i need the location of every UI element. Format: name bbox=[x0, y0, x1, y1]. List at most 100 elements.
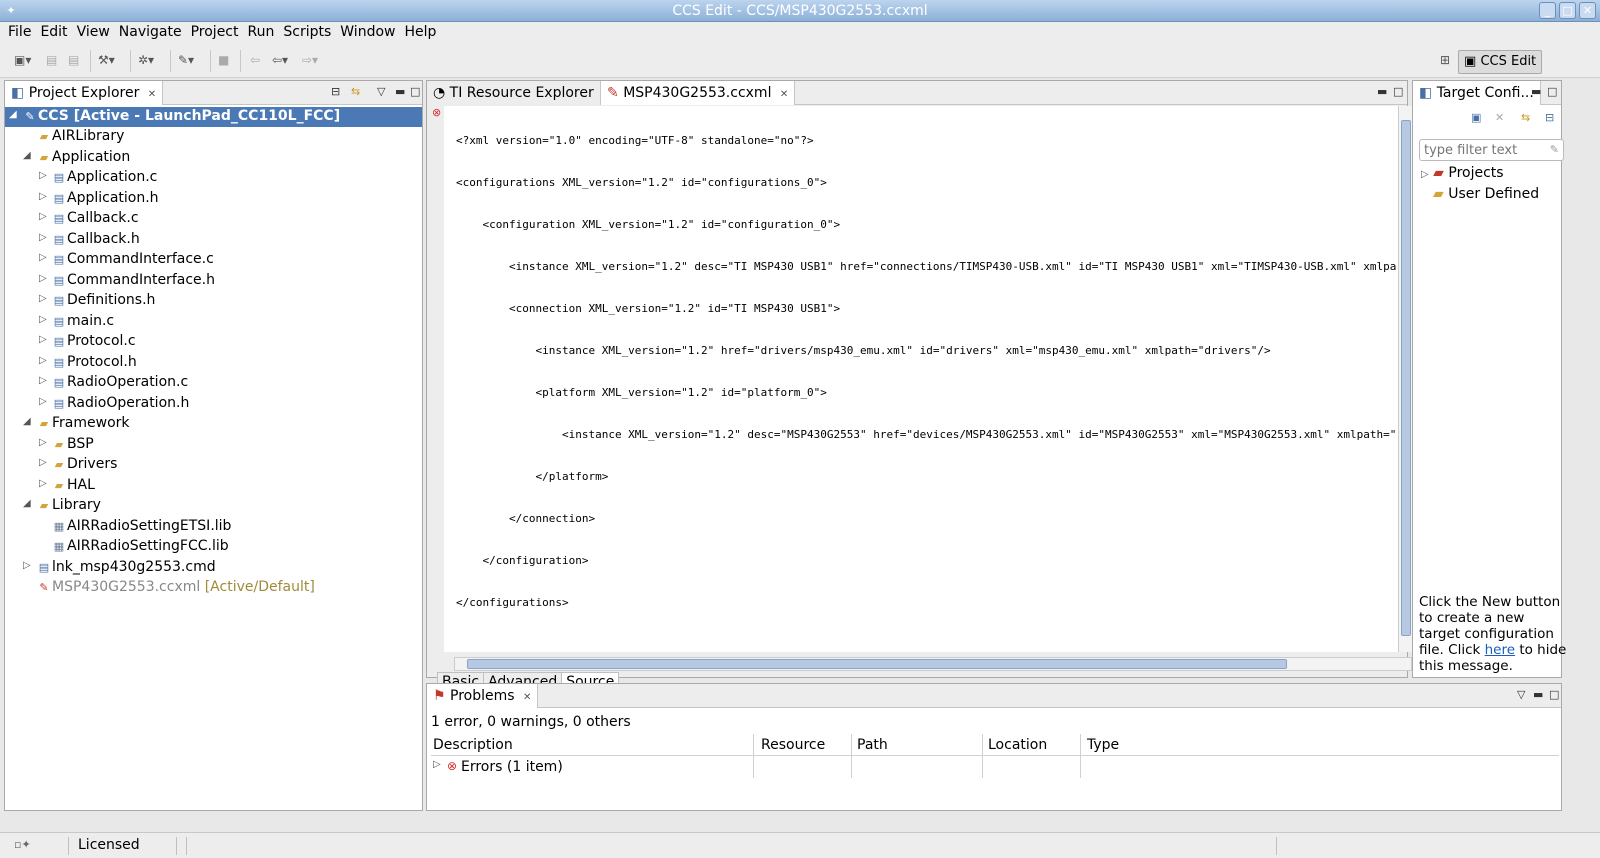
view-menu-icon[interactable]: ▽ bbox=[1517, 688, 1525, 701]
build-icon[interactable]: ⚒▾ bbox=[98, 53, 115, 69]
collapsed-icon[interactable]: ▷ bbox=[39, 252, 49, 263]
collapsed-icon[interactable]: ▷ bbox=[39, 211, 49, 222]
back-icon[interactable]: ⇦▾ bbox=[272, 53, 288, 69]
tree-item-lib[interactable]: ▦ AIRRadioSettingETSI.lib bbox=[5, 517, 422, 537]
tree-item-user-defined[interactable]: ▰ User Defined bbox=[1433, 186, 1539, 202]
hide-message-link[interactable]: here bbox=[1485, 642, 1515, 658]
tab-problems[interactable]: ⚑ Problems ✕ bbox=[427, 684, 539, 708]
column-resource[interactable]: Resource bbox=[761, 737, 825, 753]
new-config-icon[interactable]: ▣ bbox=[1471, 111, 1481, 124]
menu-view[interactable]: View bbox=[73, 22, 114, 44]
fast-view-icon[interactable]: ▫✦ bbox=[14, 838, 31, 851]
maximize-button[interactable]: □ bbox=[1559, 2, 1576, 19]
close-icon[interactable]: ✕ bbox=[780, 89, 788, 100]
tree-item-file[interactable]: ▷ ▤ Callback.h bbox=[5, 230, 422, 250]
collapsed-icon[interactable]: ▷ bbox=[39, 355, 49, 366]
collapsed-icon[interactable]: ▷ bbox=[39, 375, 49, 386]
expanded-icon[interactable]: ◢ bbox=[23, 150, 33, 161]
clear-filter-icon[interactable]: ✎ bbox=[1550, 143, 1559, 156]
minimize-button[interactable]: _ bbox=[1539, 2, 1556, 19]
tree-item-file[interactable]: ▷ ▤ CommandInterface.h bbox=[5, 271, 422, 291]
tree-item-file[interactable]: ▷ ▤ Application.h bbox=[5, 189, 422, 209]
tree-root-ccs[interactable]: ◢ ✎ CCS [Active - LaunchPad_CC110L_FCC] bbox=[5, 107, 422, 127]
tab-msp430g2553-ccxml[interactable]: ✎ MSP430G2553.ccxml ✕ bbox=[601, 81, 796, 105]
tree-item-file[interactable]: ▷ ▤ Definitions.h bbox=[5, 291, 422, 311]
close-icon[interactable]: ✕ bbox=[523, 692, 531, 703]
collapsed-icon[interactable]: ▷ bbox=[39, 273, 49, 284]
collapsed-icon[interactable]: ▷ bbox=[433, 759, 441, 770]
collapsed-icon[interactable]: ▷ bbox=[39, 170, 49, 181]
debug-icon[interactable]: ✲▾ bbox=[138, 53, 154, 69]
save-icon[interactable]: ▤ bbox=[46, 53, 57, 69]
collapse-all-icon[interactable]: ⊟ bbox=[331, 85, 340, 98]
tree-item-folder[interactable]: ▷ ▰ HAL bbox=[5, 476, 422, 496]
link-icon[interactable]: ⇆ bbox=[1521, 111, 1530, 124]
tree-item-file[interactable]: ▷ ▤ CommandInterface.c bbox=[5, 250, 422, 270]
tab-ti-resource-explorer[interactable]: ◔ TI Resource Explorer bbox=[427, 81, 601, 105]
collapsed-icon[interactable]: ▷ bbox=[39, 191, 49, 202]
last-edit-icon[interactable]: ⇦ bbox=[250, 53, 260, 69]
tree-item-file[interactable]: ▷ ▤ Callback.c bbox=[5, 209, 422, 229]
perspective-ccs-edit[interactable]: ▣ CCS Edit bbox=[1458, 50, 1543, 74]
maximize-view-icon[interactable]: □ bbox=[1393, 85, 1403, 98]
tree-item-file[interactable]: ▷ ▤ Protocol.h bbox=[5, 353, 422, 373]
vertical-scrollbar[interactable] bbox=[1398, 106, 1412, 652]
scroll-thumb[interactable] bbox=[1401, 120, 1411, 636]
tree-item-file[interactable]: ▷ ▤ RadioOperation.h bbox=[5, 394, 422, 414]
scroll-thumb[interactable] bbox=[467, 659, 1287, 669]
delete-icon[interactable]: ✕ bbox=[1495, 111, 1504, 124]
tree-item-ccxml[interactable]: ✎ MSP430G2553.ccxml [Active/Default] bbox=[5, 578, 422, 598]
menu-project[interactable]: Project bbox=[187, 22, 243, 44]
menu-window[interactable]: Window bbox=[336, 22, 399, 44]
collapsed-icon[interactable]: ▷ bbox=[1421, 169, 1429, 180]
view-menu-icon[interactable]: ▽ bbox=[377, 85, 385, 98]
tree-item-airlibrary[interactable]: ▰ AIRLibrary bbox=[5, 127, 422, 147]
maximize-view-icon[interactable]: □ bbox=[1547, 85, 1557, 98]
collapsed-icon[interactable]: ▷ bbox=[39, 478, 49, 489]
tree-item-lib[interactable]: ▦ AIRRadioSettingFCC.lib bbox=[5, 537, 422, 557]
tree-item-projects[interactable]: ▷ ▰ Projects bbox=[1421, 165, 1504, 181]
xml-source-editor[interactable]: ⊗ <?xml version="1.0" encoding="UTF-8" s… bbox=[432, 106, 1424, 652]
collapsed-icon[interactable]: ▷ bbox=[39, 334, 49, 345]
tree-item-file[interactable]: ▷ ▤ Application.c bbox=[5, 168, 422, 188]
tree-item-cmd[interactable]: ▷ ▤ lnk_msp430g2553.cmd bbox=[5, 558, 422, 578]
tree-item-file[interactable]: ▷ ▤ RadioOperation.c bbox=[5, 373, 422, 393]
link-editor-icon[interactable]: ⇆ bbox=[351, 85, 360, 98]
menu-run[interactable]: Run bbox=[244, 22, 279, 44]
column-type[interactable]: Type bbox=[1087, 737, 1119, 753]
collapsed-icon[interactable]: ▷ bbox=[23, 560, 33, 571]
collapsed-icon[interactable]: ▷ bbox=[39, 314, 49, 325]
expanded-icon[interactable]: ◢ bbox=[23, 416, 33, 427]
collapsed-icon[interactable]: ▷ bbox=[39, 396, 49, 407]
minimize-view-icon[interactable]: ▬ bbox=[1533, 688, 1543, 701]
tree-item-folder[interactable]: ▷ ▰ BSP bbox=[5, 435, 422, 455]
column-description[interactable]: Description bbox=[433, 737, 513, 753]
close-button[interactable]: ✕ bbox=[1579, 2, 1596, 19]
filter-input-box[interactable]: ✎ bbox=[1419, 139, 1564, 161]
search-icon[interactable]: ✎▾ bbox=[178, 53, 194, 69]
column-path[interactable]: Path bbox=[857, 737, 888, 753]
code-text[interactable]: <?xml version="1.0" encoding="UTF-8" sta… bbox=[456, 106, 1396, 638]
table-row[interactable]: ▷ ⊗ Errors (1 item) bbox=[431, 756, 1559, 778]
close-icon[interactable]: ✕ bbox=[148, 89, 156, 100]
menu-help[interactable]: Help bbox=[400, 22, 440, 44]
collapse-icon[interactable]: ⊟ bbox=[1545, 111, 1554, 124]
menu-edit[interactable]: Edit bbox=[36, 22, 71, 44]
column-location[interactable]: Location bbox=[988, 737, 1047, 753]
tree-item-file[interactable]: ▷ ▤ main.c bbox=[5, 312, 422, 332]
tree-item-library[interactable]: ◢ ▰ Library bbox=[5, 496, 422, 516]
tab-target-configurations[interactable]: ◧ Target Confi... bbox=[1413, 81, 1541, 105]
save-all-icon[interactable]: ▤ bbox=[68, 53, 79, 69]
minimize-view-icon[interactable]: ▬ bbox=[1377, 85, 1387, 98]
menu-file[interactable]: File bbox=[4, 22, 35, 44]
tree-item-folder[interactable]: ▷ ▰ Drivers bbox=[5, 455, 422, 475]
maximize-view-icon[interactable]: □ bbox=[410, 85, 420, 98]
minimize-view-icon[interactable]: ▬ bbox=[1531, 85, 1541, 98]
open-perspective-icon[interactable]: ⊞ bbox=[1440, 53, 1450, 69]
horizontal-scrollbar[interactable] bbox=[454, 657, 1412, 671]
collapsed-icon[interactable]: ▷ bbox=[39, 232, 49, 243]
stop-icon[interactable]: ■ bbox=[218, 53, 229, 69]
tree-item-file[interactable]: ▷ ▤ Protocol.c bbox=[5, 332, 422, 352]
tree-item-framework[interactable]: ◢ ▰ Framework bbox=[5, 414, 422, 434]
menu-navigate[interactable]: Navigate bbox=[115, 22, 186, 44]
